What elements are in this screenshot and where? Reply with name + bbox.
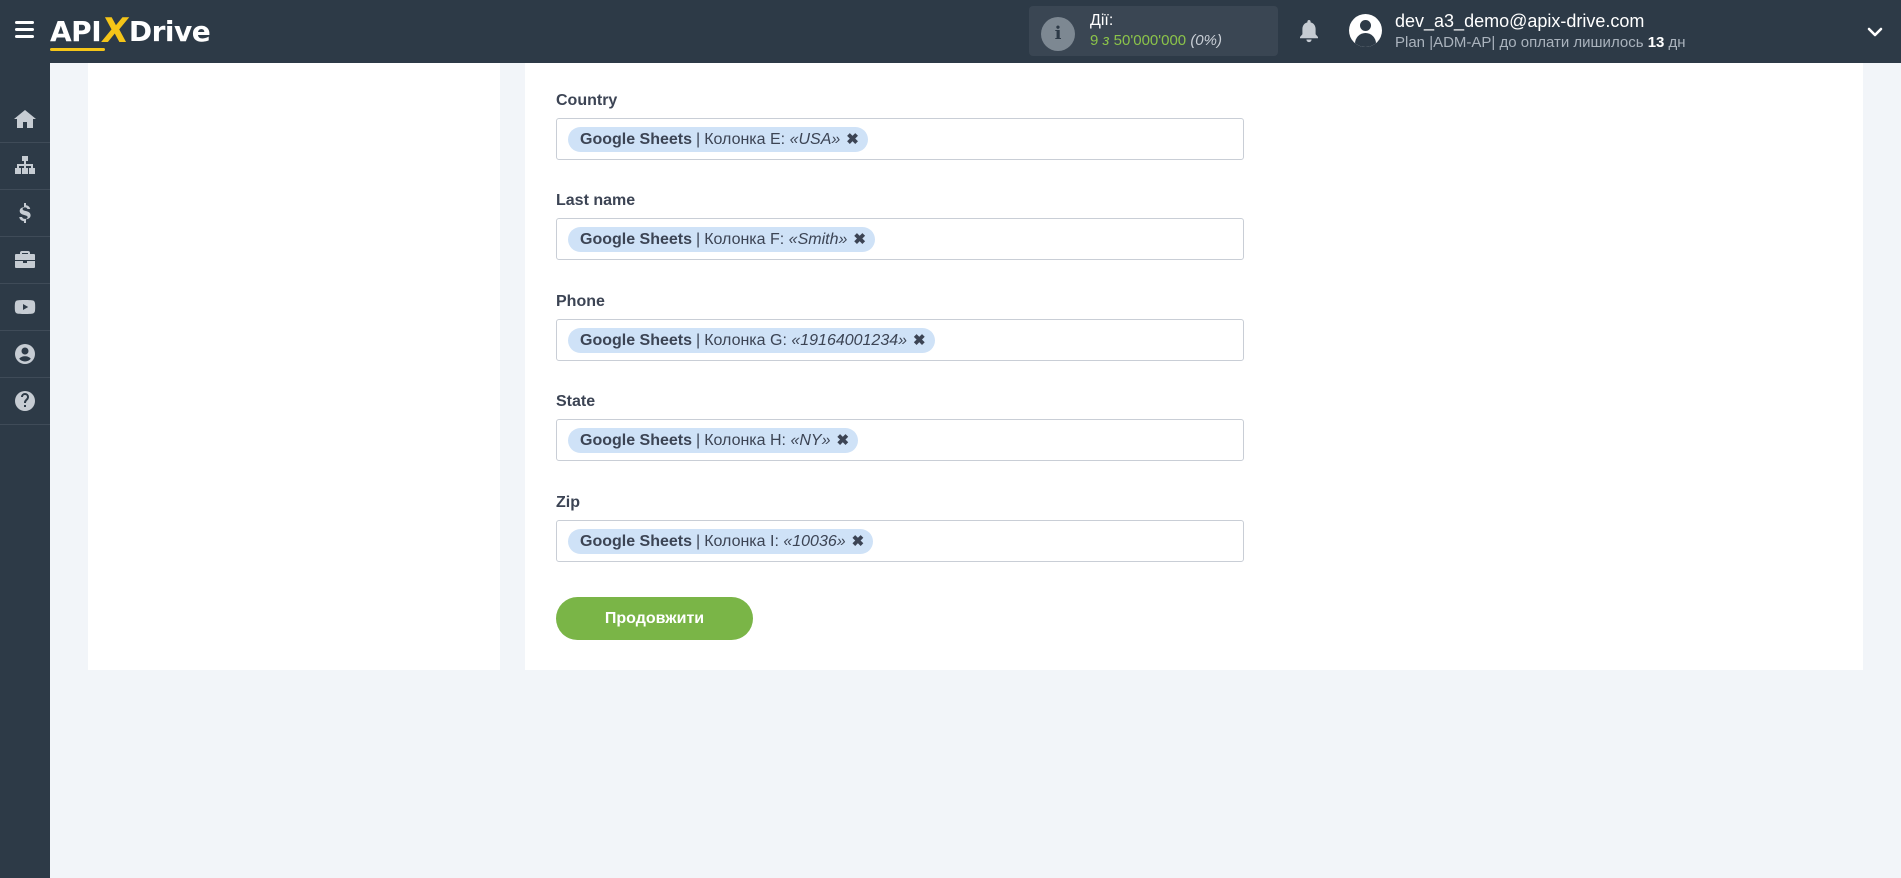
field-label-last-name: Last name (556, 192, 636, 209)
sidebar (0, 63, 50, 878)
field-input-state[interactable]: Google Sheets | Колонка H: «NY» ✖ (556, 419, 1244, 461)
field-input-country[interactable]: Google Sheets | Колонка E: «USA» ✖ (556, 118, 1244, 160)
sitemap-icon (15, 156, 35, 174)
sidebar-item-video[interactable] (0, 284, 50, 331)
sidebar-item-home[interactable] (0, 96, 50, 143)
remove-icon[interactable]: ✖ (852, 534, 865, 549)
actions-value: 9 з 50'000'000 (0%) (1090, 32, 1222, 49)
menu-icon[interactable] (15, 21, 34, 38)
field-label-country: Country (556, 92, 618, 109)
help-icon (15, 391, 35, 411)
mapped-value-chip: Google Sheets | Колонка F: «Smith» ✖ (568, 227, 875, 252)
bell-icon[interactable] (1297, 18, 1321, 44)
dollar-icon (19, 203, 31, 223)
field-label-phone: Phone (556, 293, 605, 310)
field-input-last-name[interactable]: Google Sheets | Колонка F: «Smith» ✖ (556, 218, 1244, 260)
mapped-value-chip: Google Sheets | Колонка G: «19164001234» ✖ (568, 328, 935, 353)
top-bar: API X Drive i Дії: 9 з 50'000'000 (0%) dev… (0, 0, 1901, 63)
field-label-state: State (556, 393, 596, 410)
briefcase-icon (15, 251, 35, 268)
actions-counter: i Дії: 9 з 50'000'000 (0%) (1029, 6, 1278, 56)
youtube-icon (14, 300, 36, 314)
remove-icon[interactable]: ✖ (913, 333, 926, 348)
mapped-value-chip: Google Sheets | Колонка I: «10036» ✖ (568, 529, 874, 554)
remove-icon[interactable]: ✖ (846, 132, 859, 147)
field-label-zip: Zip (556, 494, 580, 511)
user-plan: Plan |ADM-AP| до оплати лишилось 13 дн (1395, 34, 1686, 51)
info-icon: i (1041, 17, 1075, 51)
sidebar-item-tools[interactable] (0, 237, 50, 284)
sidebar-item-connections[interactable] (0, 143, 50, 190)
left-panel (88, 63, 500, 670)
apix-drive-logo[interactable]: API X Drive (50, 11, 211, 51)
continue-button[interactable]: Продовжити (556, 597, 753, 640)
field-input-phone[interactable]: Google Sheets | Колонка G: «19164001234» ✖ (556, 319, 1244, 361)
mapped-value-chip: Google Sheets | Колонка H: «NY» ✖ (568, 428, 859, 453)
actions-label: Дії: (1090, 12, 1114, 29)
avatar[interactable] (1349, 14, 1382, 47)
field-input-zip[interactable]: Google Sheets | Колонка I: «10036» ✖ (556, 520, 1244, 562)
home-icon (14, 110, 36, 128)
sidebar-item-profile[interactable] (0, 331, 50, 378)
remove-icon[interactable]: ✖ (853, 232, 866, 247)
sidebar-item-billing[interactable] (0, 190, 50, 237)
sidebar-item-help[interactable] (0, 378, 50, 425)
mapped-value-chip: Google Sheets | Колонка E: «USA» ✖ (568, 127, 868, 152)
field-mapping-panel: Country Google Sheets | Колонка E: «USA» ✖… (525, 63, 1863, 670)
user-icon (15, 344, 35, 364)
remove-icon[interactable]: ✖ (836, 433, 849, 448)
user-email[interactable]: dev_a3_demo@apix-drive.com (1395, 11, 1644, 32)
chevron-down-icon[interactable] (1867, 24, 1883, 40)
